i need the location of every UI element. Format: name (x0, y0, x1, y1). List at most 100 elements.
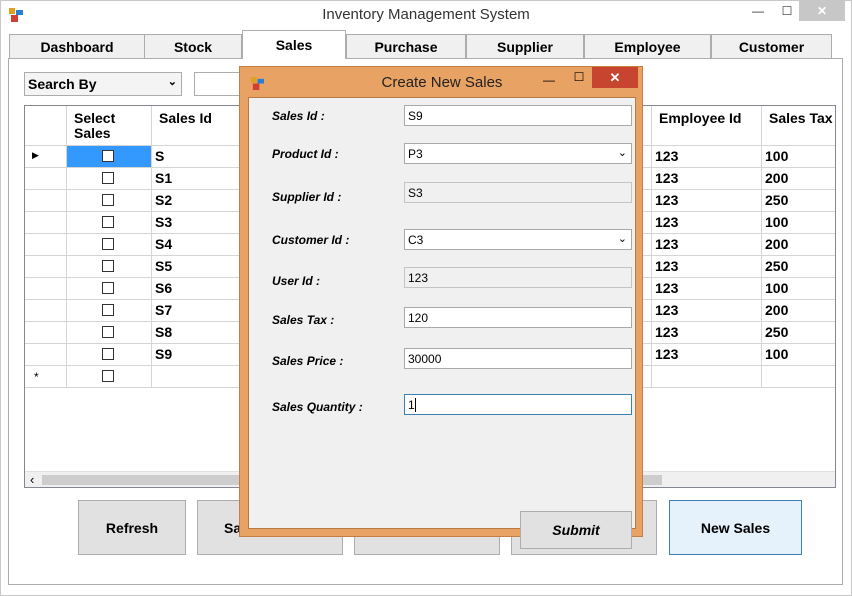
row-header[interactable] (25, 344, 67, 366)
column-header-select-sales[interactable]: Select Sales (67, 106, 152, 146)
employee-id-cell[interactable]: 123 (652, 212, 762, 234)
row-header[interactable]: ▶ (25, 146, 67, 168)
sales-quantity-label: Sales Quantity : (272, 400, 363, 414)
select-checkbox[interactable] (102, 282, 114, 294)
current-row-arrow-icon: ▶ (32, 150, 39, 160)
product-id-label: Product Id : (272, 147, 339, 161)
tab-dashboard[interactable]: Dashboard (9, 34, 145, 58)
supplier-id-label: Supplier Id : (272, 190, 342, 204)
select-checkbox[interactable] (102, 260, 114, 272)
select-checkbox[interactable] (102, 194, 114, 206)
tab-sales[interactable]: Sales (242, 30, 346, 59)
new-sales-button[interactable]: New Sales (669, 500, 802, 555)
search-by-dropdown[interactable]: Search By ⌄ (24, 72, 182, 96)
sales-tax-cell[interactable]: 100 (762, 212, 835, 234)
employee-id-cell[interactable]: 123 (652, 300, 762, 322)
select-sales-cell[interactable] (67, 256, 152, 278)
select-checkbox[interactable] (102, 216, 114, 228)
product-id-select[interactable]: P3 ⌄ (404, 143, 632, 164)
chevron-down-icon: ⌄ (617, 147, 627, 159)
row-header[interactable] (25, 278, 67, 300)
window-title: Inventory Management System (322, 6, 530, 23)
user-id-label: User Id : (272, 274, 321, 288)
customer-id-select[interactable]: C3 ⌄ (404, 229, 632, 250)
select-sales-cell[interactable] (67, 278, 152, 300)
sales-price-label: Sales Price : (272, 354, 344, 368)
sales-quantity-value: 1 (408, 398, 415, 412)
employee-id-cell[interactable]: 123 (652, 322, 762, 344)
row-header[interactable]: * (25, 366, 67, 388)
select-checkbox[interactable] (102, 370, 114, 382)
select-checkbox[interactable] (102, 348, 114, 360)
row-header[interactable] (25, 256, 67, 278)
employee-id-cell[interactable] (652, 366, 762, 388)
select-checkbox[interactable] (102, 238, 114, 250)
select-checkbox[interactable] (102, 172, 114, 184)
sales-tax-cell[interactable]: 100 (762, 146, 835, 168)
sales-tax-cell[interactable]: 250 (762, 256, 835, 278)
employee-id-cell[interactable]: 123 (652, 190, 762, 212)
tab-purchase[interactable]: Purchase (346, 34, 466, 58)
row-header[interactable] (25, 300, 67, 322)
sales-tax-cell[interactable] (762, 366, 835, 388)
sales-tax-cell[interactable]: 200 (762, 168, 835, 190)
dialog-minimize-button[interactable]: — (540, 73, 558, 89)
select-sales-cell[interactable] (67, 234, 152, 256)
row-header[interactable] (25, 234, 67, 256)
dialog-maximize-button[interactable]: ☐ (570, 70, 588, 86)
sales-price-field[interactable]: 30000 (404, 348, 632, 369)
tab-employee[interactable]: Employee (584, 34, 711, 58)
employee-id-cell[interactable]: 123 (652, 278, 762, 300)
sales-id-field[interactable]: S9 (404, 105, 632, 126)
tab-supplier[interactable]: Supplier (466, 34, 584, 58)
select-sales-cell[interactable] (67, 190, 152, 212)
sales-tax-label: Sales Tax : (272, 313, 335, 327)
text-cursor (414, 398, 420, 412)
select-sales-cell[interactable] (67, 212, 152, 234)
select-sales-cell[interactable] (67, 300, 152, 322)
sales-tax-cell[interactable]: 250 (762, 190, 835, 212)
select-sales-cell[interactable] (67, 168, 152, 190)
tab-stock[interactable]: Stock (144, 34, 242, 58)
employee-id-cell[interactable]: 123 (652, 344, 762, 366)
maximize-button[interactable]: ☐ (773, 0, 801, 21)
close-button[interactable]: ✕ (799, 0, 845, 21)
select-checkbox[interactable] (102, 150, 114, 162)
create-new-sales-dialog: Create New Sales — ☐ ✕ Sales Id : S9 Pro… (239, 66, 643, 549)
row-header[interactable] (25, 190, 67, 212)
sales-tax-cell[interactable]: 200 (762, 234, 835, 256)
employee-id-cell[interactable]: 123 (652, 234, 762, 256)
dialog-close-button[interactable]: ✕ (592, 67, 638, 88)
supplier-id-field: S3 (404, 182, 632, 203)
refresh-button[interactable]: Refresh (78, 500, 186, 555)
select-checkbox[interactable] (102, 326, 114, 338)
row-header-corner (25, 106, 67, 146)
sales-tax-cell[interactable]: 100 (762, 344, 835, 366)
product-id-value: P3 (408, 147, 423, 161)
minimize-button[interactable]: — (743, 0, 773, 21)
select-checkbox[interactable] (102, 304, 114, 316)
sales-tax-cell[interactable]: 100 (762, 278, 835, 300)
column-header-employee-id[interactable]: Employee Id (652, 106, 762, 146)
submit-button[interactable]: Submit (520, 511, 632, 549)
select-sales-cell[interactable] (67, 146, 152, 168)
sales-tax-cell[interactable]: 200 (762, 300, 835, 322)
new-row-icon: * (34, 370, 39, 384)
sales-id-label: Sales Id : (272, 109, 325, 123)
search-by-label: Search By (28, 76, 97, 92)
select-sales-cell[interactable] (67, 322, 152, 344)
sales-tax-cell[interactable]: 250 (762, 322, 835, 344)
row-header[interactable] (25, 168, 67, 190)
employee-id-cell[interactable]: 123 (652, 146, 762, 168)
select-sales-cell[interactable] (67, 344, 152, 366)
select-sales-cell[interactable] (67, 366, 152, 388)
row-header[interactable] (25, 212, 67, 234)
tab-customer[interactable]: Customer (711, 34, 832, 58)
employee-id-cell[interactable]: 123 (652, 256, 762, 278)
sales-tax-field[interactable]: 120 (404, 307, 632, 328)
scroll-left-arrow-icon[interactable]: ‹ (30, 472, 34, 487)
employee-id-cell[interactable]: 123 (652, 168, 762, 190)
column-header-sales-tax[interactable]: Sales Tax (762, 106, 835, 146)
sales-quantity-field[interactable]: 1 (404, 394, 632, 415)
row-header[interactable] (25, 322, 67, 344)
